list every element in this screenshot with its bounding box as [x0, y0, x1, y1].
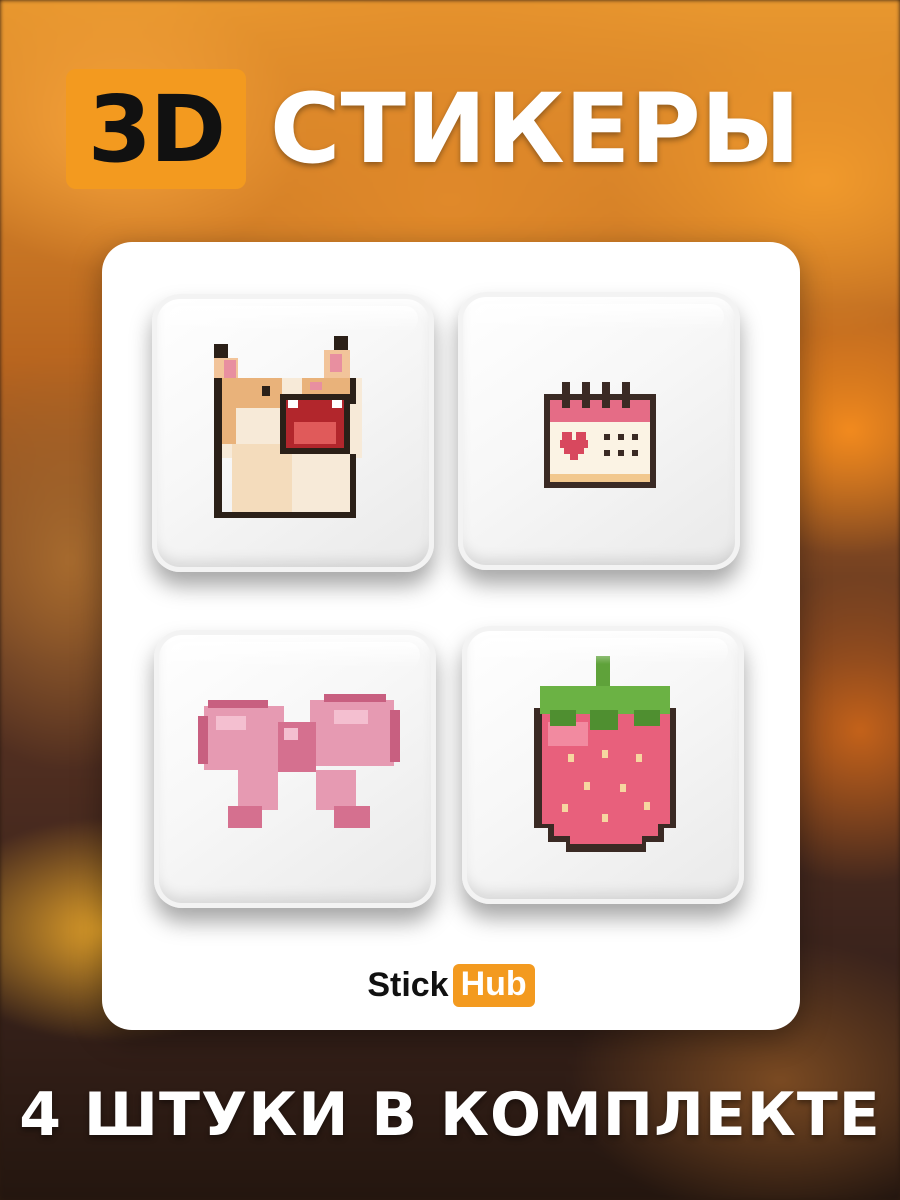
brand-logo: Stick Hub: [102, 964, 800, 1007]
sticker-bow: [154, 630, 436, 908]
logo-hub-text: Hub: [452, 964, 535, 1007]
strawberry-icon: [534, 656, 676, 852]
title-word: СТИКЕРЫ: [270, 73, 801, 185]
subtitle: 4 ШТУКИ В КОМПЛЕКТЕ: [19, 1080, 881, 1150]
title-row: 3D СТИКЕРЫ: [66, 68, 800, 190]
sticker-strawberry: [462, 626, 744, 904]
sticker-cat: [152, 294, 434, 572]
logo-stick-text: Stick: [367, 966, 449, 1004]
badge-3d: 3D: [66, 69, 246, 189]
sticker-calendar: [458, 292, 740, 570]
screaming-cat-icon: [214, 336, 362, 518]
calendar-heart-icon: [544, 382, 656, 488]
pink-bow-icon: [198, 694, 400, 828]
sticker-card: Stick Hub: [102, 242, 800, 1030]
